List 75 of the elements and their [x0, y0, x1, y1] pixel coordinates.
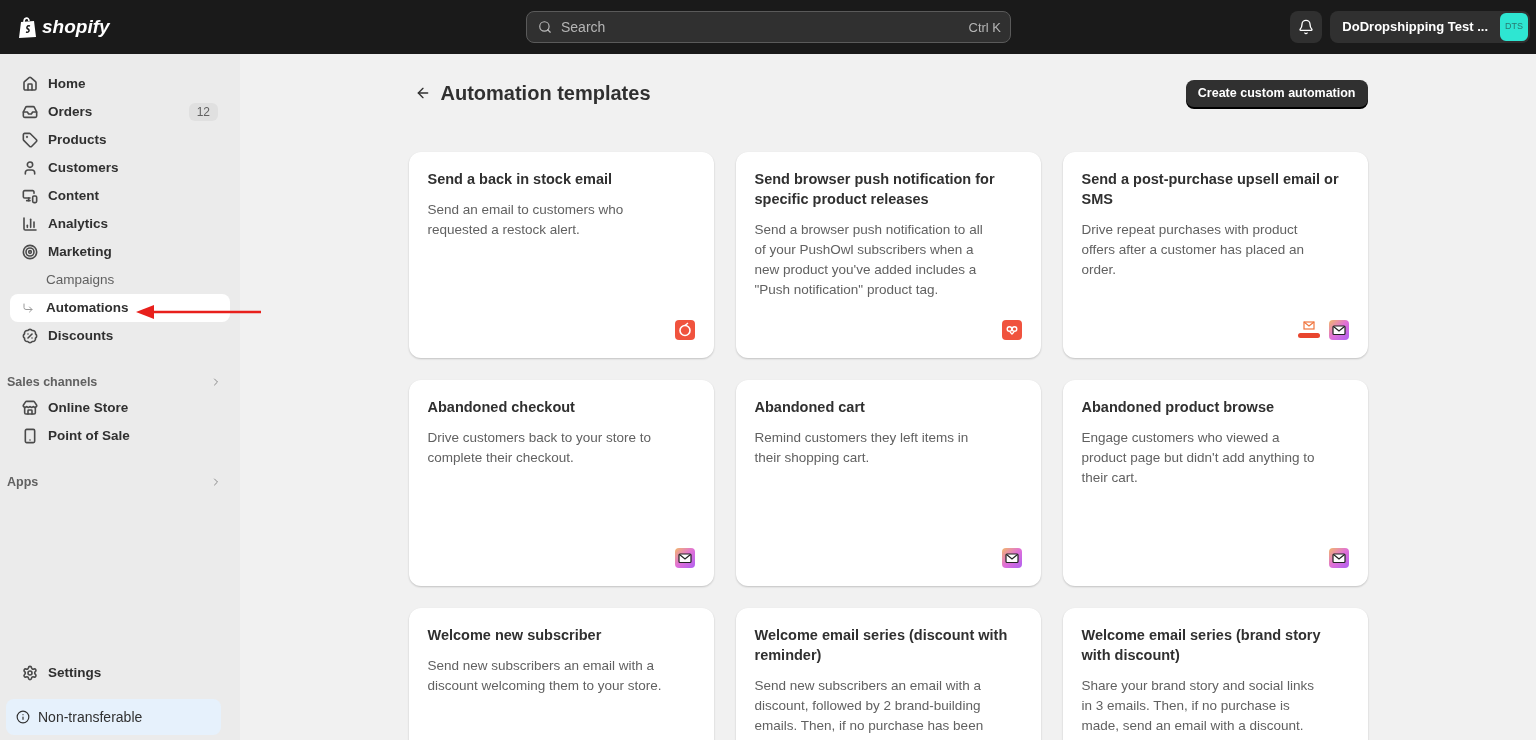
analytics-icon [22, 216, 38, 232]
section-heading: Apps [7, 473, 39, 491]
search-icon [538, 20, 552, 34]
upsell-logo-icon [1296, 320, 1321, 340]
template-card[interactable]: Send a back in stock email Send an email to customers who requested a restock alert. [408, 152, 714, 358]
card-title: Welcome email series (discount with reminder) [754, 626, 1009, 665]
template-card[interactable]: Abandoned product browse Engage customers who viewed a product page but didn't add anything to their cart. [1062, 380, 1368, 586]
orders-icon [22, 104, 38, 120]
section-heading: Sales channels [7, 373, 98, 391]
sidebar-subitem[interactable]: Automations [10, 294, 230, 322]
template-card[interactable]: Abandoned checkout Drive customers back to your store to complete their checkout. [408, 380, 714, 586]
shopping-bag-icon [18, 15, 38, 39]
card-description: Remind customers they left items in their shopping cart. [754, 429, 970, 467]
discounts-icon [22, 328, 38, 344]
count-badge: 12 [188, 103, 218, 121]
settings-icon [22, 665, 38, 681]
page-title: Automation templates [440, 81, 652, 106]
store-avatar: DTS [1500, 13, 1528, 41]
marketing-icon [22, 244, 38, 260]
sidebar-item[interactable]: Products [10, 126, 230, 154]
template-card[interactable]: Welcome email series (brand story with discount) Share your brand story and social links in 3 emails. Then, if no purchase is made, send an email with a discount. [1062, 608, 1368, 740]
pos-icon [22, 428, 38, 444]
card-title: Abandoned product browse [1081, 398, 1276, 417]
template-card[interactable]: Send a post-purchase upsell email or SMS Drive repeat purchases with product offers after a customer has placed an order. [1062, 152, 1368, 358]
shortcut-hint: Ctrl K [968, 19, 1001, 37]
app-logo-icon [674, 320, 695, 340]
sidebar-item[interactable]: Customers [10, 154, 230, 182]
sidebar-item[interactable]: Discounts [10, 322, 230, 350]
card-description: Engage customers who viewed a product page but didn't add anything to their cart. [1081, 429, 1316, 487]
card-description: Send new subscribers an email with a discount welcoming them to your store. [427, 657, 663, 695]
sidebar-item[interactable]: Home [10, 70, 230, 98]
sidebar-item[interactable]: Marketing [10, 238, 230, 266]
notice-text: Non-transferable [38, 707, 143, 727]
card-title: Abandoned cart [754, 398, 866, 417]
template-card[interactable]: Abandoned cart Remind customers they left items in their shopping cart. [735, 380, 1041, 586]
sidebar-item[interactable]: Online Store [10, 394, 230, 422]
template-card[interactable]: Welcome email series (discount with reminder) Send new subscribers an email with a discount, followed by 2 brand-building emails. Then, if no purchase has been [735, 608, 1041, 740]
card-description: Share your brand story and social links in 3 emails. Then, if no purchase is made, send an email with a discount. [1081, 677, 1316, 735]
card-description: Drive repeat purchases with product offers after a customer has placed an order. [1081, 221, 1306, 279]
home-icon [22, 76, 38, 92]
template-card[interactable] [735, 152, 1041, 358]
bell-icon [1298, 19, 1315, 35]
sidebar-item[interactable]: Orders 12 [10, 98, 230, 126]
card-description: Send an email to customers who requested a restock alert. [427, 201, 625, 239]
store-icon [22, 400, 38, 416]
envelope-icon [1328, 548, 1349, 568]
envelope-icon [674, 548, 695, 568]
card-title: Abandoned checkout [427, 398, 576, 417]
card-title: Send a post-purchase upsell email or SMS [1081, 170, 1340, 209]
create-custom-automation-button[interactable]: Create custom automation [1185, 79, 1368, 107]
template-card[interactable]: Welcome new subscriber Send new subscribers an email with a discount welcoming them to your store. [408, 608, 714, 740]
envelope-icon [1001, 548, 1022, 568]
sidebar-item[interactable]: Point of Sale [10, 422, 230, 450]
store-menu-button[interactable]: DoDropshipping Test ... DTS [1330, 11, 1530, 43]
settings-item[interactable]: Settings [10, 659, 230, 687]
card-title: Welcome email series (brand story with discount) [1081, 626, 1322, 665]
notice-banner[interactable]: Non-transferable [6, 699, 221, 735]
envelope-icon [1328, 320, 1349, 340]
card-description: Send new subscribers an email with a discount, followed by 2 brand-building emails. Then, if no purchase has been [754, 677, 985, 735]
notifications-button[interactable] [1290, 11, 1323, 43]
card-title: Send a back in stock email [427, 170, 614, 189]
brand-logo: shopify [42, 14, 110, 39]
card-description: Drive customers back to your store to complete their checkout. [427, 429, 653, 467]
content-icon [22, 188, 38, 204]
owl-logo-icon [1001, 320, 1022, 340]
sidebar-item[interactable]: Analytics [10, 210, 230, 238]
products-icon [22, 132, 38, 148]
card-title: Send browser push notification for specific product releases [754, 170, 996, 209]
card-title: Welcome new subscriber [427, 626, 603, 645]
info-icon [16, 710, 30, 724]
sidebar-subitem[interactable]: Campaigns [10, 266, 230, 294]
card-description: Send a browser push notification to all of your PushOwl subscribers when a new product you've added includes a "Push notification" product tag. [754, 221, 984, 299]
customers-icon [22, 160, 38, 176]
tree-branch-icon [22, 302, 34, 314]
sidebar-item[interactable]: Content [10, 182, 230, 210]
